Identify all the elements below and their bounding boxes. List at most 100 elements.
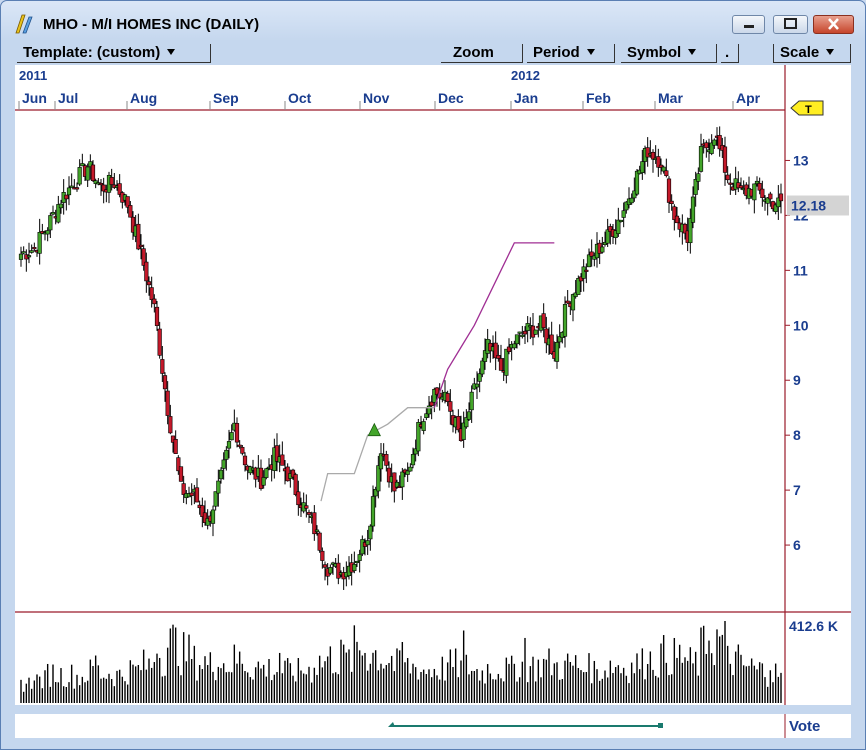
candle-down xyxy=(674,215,680,224)
price-tick-label: 13 xyxy=(793,152,809,168)
candle-down xyxy=(664,170,669,176)
period-dropdown[interactable]: Period xyxy=(527,44,615,63)
candle-down xyxy=(322,564,328,568)
candle-up xyxy=(554,342,560,362)
candle-up xyxy=(58,203,64,209)
marker-label: T xyxy=(805,104,812,116)
chart-area[interactable]: 2011 2012 Jun Jul Aug Sep Oct Nov Dec Jan Feb Mar Ap… xyxy=(15,65,851,705)
candle-down xyxy=(173,439,178,454)
chevron-down-icon xyxy=(826,49,835,55)
candle-down xyxy=(778,193,784,202)
candle-down xyxy=(304,505,309,509)
candle-up xyxy=(600,246,605,253)
title-bar[interactable]: MHO - M/I HOMES INC (DAILY) xyxy=(1,1,865,41)
candle-up xyxy=(66,187,72,196)
candle-down xyxy=(168,416,173,434)
template-dropdown[interactable]: Template: (custom) xyxy=(17,44,211,63)
candle-up xyxy=(48,215,53,231)
price-chart[interactable]: 2011 2012 Jun Jul Aug Sep Oct Nov Dec Jan Feb Mar Ap… xyxy=(15,65,851,705)
month-label: Jan xyxy=(514,90,538,106)
candle-up xyxy=(421,421,426,431)
month-label: Mar xyxy=(658,90,683,106)
candle-up xyxy=(640,161,645,173)
close-button[interactable] xyxy=(813,15,854,34)
candle-up xyxy=(696,173,701,182)
candle-up xyxy=(224,449,229,460)
marker-tag: T xyxy=(790,100,824,116)
month-label: Dec xyxy=(438,90,464,106)
candle-down xyxy=(704,142,709,149)
footer-scrollbar[interactable] xyxy=(15,714,851,738)
window-title: MHO - M/I HOMES INC (DAILY) xyxy=(43,16,260,33)
candle-up xyxy=(229,432,234,441)
candle-up xyxy=(562,304,568,337)
candle-down xyxy=(144,261,149,282)
app-icon xyxy=(15,14,33,34)
chevron-down-icon xyxy=(688,49,697,55)
candle-up xyxy=(469,391,474,411)
month-label: Nov xyxy=(363,90,390,106)
scroll-handle-right[interactable] xyxy=(658,723,663,728)
price-tick-label: 6 xyxy=(793,537,801,553)
candles-group xyxy=(18,126,784,590)
month-label: Apr xyxy=(736,90,761,106)
month-label: Oct xyxy=(288,90,312,106)
candle-up xyxy=(405,470,410,475)
zoom-button[interactable]: Zoom xyxy=(441,44,523,63)
candle-up xyxy=(474,383,480,388)
application-window: MHO - M/I HOMES INC (DAILY) Template: (c… xyxy=(0,0,866,750)
candle-up xyxy=(466,411,472,420)
candle-down xyxy=(384,454,389,466)
candle-up xyxy=(37,231,42,254)
dot-button[interactable]: . xyxy=(721,44,739,63)
candle-up xyxy=(408,466,413,472)
candle-up xyxy=(410,454,416,466)
candle-down xyxy=(32,247,37,250)
candle-up xyxy=(581,266,586,279)
candle-up xyxy=(226,441,232,449)
candle-down xyxy=(189,492,194,496)
month-label: Aug xyxy=(130,90,157,106)
candle-up xyxy=(504,348,509,376)
candle-down xyxy=(64,194,69,200)
maximize-button[interactable] xyxy=(773,15,808,34)
candle-up xyxy=(264,468,269,478)
candle-up xyxy=(712,139,717,146)
price-tick-label: 10 xyxy=(793,317,809,333)
month-label: Feb xyxy=(586,90,611,106)
candle-down xyxy=(165,390,170,416)
trailing-stop-purple xyxy=(433,242,555,408)
minimize-button[interactable] xyxy=(732,15,765,34)
chart-toolbar: Template: (custom) Zoom Period Symbol . … xyxy=(15,44,851,64)
candle-up xyxy=(365,540,370,546)
candle-up xyxy=(370,496,376,527)
scale-dropdown[interactable]: Scale xyxy=(773,44,851,63)
candle-down xyxy=(154,306,160,326)
candle-up xyxy=(400,471,405,488)
vote-button[interactable]: Vote xyxy=(789,718,820,735)
close-icon xyxy=(828,18,839,30)
candle-up xyxy=(424,413,429,419)
candle-down xyxy=(162,375,168,390)
candle-down xyxy=(738,185,744,189)
candle-up xyxy=(698,146,704,172)
candle-down xyxy=(728,182,733,185)
candle-up xyxy=(77,167,82,185)
candle-up xyxy=(752,183,757,201)
candle-down xyxy=(317,532,322,551)
candle-down xyxy=(565,300,570,304)
candle-up xyxy=(213,491,218,507)
candle-down xyxy=(157,328,162,356)
candle-up xyxy=(210,509,216,524)
candle-down xyxy=(320,550,325,561)
candle-up xyxy=(352,564,357,571)
candle-down xyxy=(669,200,674,204)
candle-down xyxy=(666,178,672,203)
symbol-dropdown[interactable]: Symbol xyxy=(621,44,717,63)
candle-up xyxy=(328,567,333,574)
candle-up xyxy=(18,253,24,260)
candle-up xyxy=(512,343,517,349)
candle-up xyxy=(480,360,485,375)
candle-down xyxy=(149,287,154,301)
scroll-handle-left[interactable] xyxy=(388,722,395,727)
